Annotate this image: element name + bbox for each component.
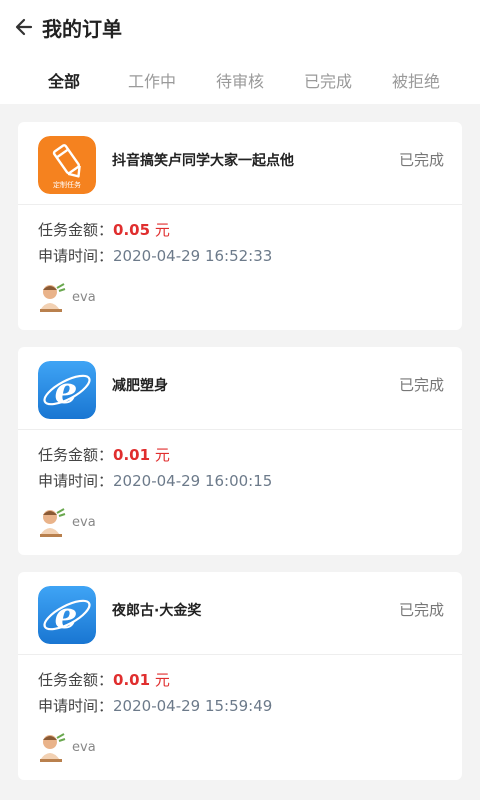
amount-value: 0.01	[113, 446, 151, 464]
status-label: 已完成	[398, 601, 444, 619]
amount-row: 任务金额：0.01 元	[38, 667, 462, 693]
amount-row: 任务金额：0.05 元	[38, 217, 462, 243]
time-value: 2020-04-29 15:59:49	[113, 697, 273, 715]
avatar	[40, 283, 66, 312]
back-arrow-icon[interactable]	[14, 16, 34, 38]
order-tabs: 全部 工作中 待审核 已完成 被拒绝	[0, 56, 480, 104]
task-title: 减肥塑身	[112, 378, 168, 394]
amount-unit: 元	[154, 446, 170, 464]
order-card-header: e 减肥塑身 已完成	[18, 347, 462, 430]
order-list: 定制任务 抖音搞笑卢同学大家一起点他 已完成 任务金额：0.05 元 申请时间：…	[0, 104, 480, 780]
ie-browser-icon: e	[38, 361, 96, 419]
user-info: eva	[38, 732, 96, 762]
amount-unit: 元	[154, 221, 170, 239]
app-header: 我的订单	[0, 0, 480, 56]
amount-unit: 元	[154, 671, 170, 689]
amount-label: 任务金额：	[38, 446, 114, 464]
ie-browser-icon: e	[38, 586, 96, 644]
page-title: 我的订单	[42, 17, 122, 41]
amount-label: 任务金额：	[38, 221, 114, 239]
time-row: 申请时间：2020-04-29 16:52:33	[38, 243, 462, 269]
time-row: 申请时间：2020-04-29 16:00:15	[38, 468, 462, 494]
status-label: 已完成	[398, 151, 444, 169]
time-row: 申请时间：2020-04-29 15:59:49	[38, 693, 462, 719]
tab-in-progress[interactable]: 工作中	[108, 68, 196, 92]
avatar	[40, 508, 66, 537]
user-info: eva	[38, 507, 96, 537]
task-title: 抖音搞笑卢同学大家一起点他	[112, 153, 294, 169]
tab-pending-review[interactable]: 待审核	[196, 68, 284, 92]
order-card-header: e 夜郎古·大金奖 已完成	[18, 572, 462, 655]
time-label: 申请时间：	[38, 472, 114, 490]
order-card[interactable]: 定制任务 抖音搞笑卢同学大家一起点他 已完成 任务金额：0.05 元 申请时间：…	[18, 122, 462, 330]
time-value: 2020-04-29 16:00:15	[113, 472, 273, 490]
tab-rejected[interactable]: 被拒绝	[372, 68, 460, 92]
task-title: 夜郎古·大金奖	[112, 603, 202, 619]
amount-value: 0.05	[113, 221, 151, 239]
amount-label: 任务金额：	[38, 671, 114, 689]
username: eva	[72, 739, 96, 755]
amount-value: 0.01	[113, 671, 151, 689]
custom-task-icon: 定制任务	[38, 136, 96, 194]
time-label: 申请时间：	[38, 697, 114, 715]
order-card-header: 定制任务 抖音搞笑卢同学大家一起点他 已完成	[18, 122, 462, 205]
tab-completed[interactable]: 已完成	[284, 68, 372, 92]
user-info: eva	[38, 282, 96, 312]
icon-caption: 定制任务	[53, 180, 81, 189]
order-card[interactable]: e 减肥塑身 已完成 任务金额：0.01 元 申请时间：2020-04-29 1…	[18, 347, 462, 555]
order-card[interactable]: e 夜郎古·大金奖 已完成 任务金额：0.01 元 申请时间：2020-04-2…	[18, 572, 462, 780]
username: eva	[72, 514, 96, 530]
avatar	[40, 733, 66, 762]
amount-row: 任务金额：0.01 元	[38, 442, 462, 468]
tab-all[interactable]: 全部	[20, 68, 108, 92]
username: eva	[72, 289, 96, 305]
time-value: 2020-04-29 16:52:33	[113, 247, 273, 265]
status-label: 已完成	[398, 376, 444, 394]
time-label: 申请时间：	[38, 247, 114, 265]
